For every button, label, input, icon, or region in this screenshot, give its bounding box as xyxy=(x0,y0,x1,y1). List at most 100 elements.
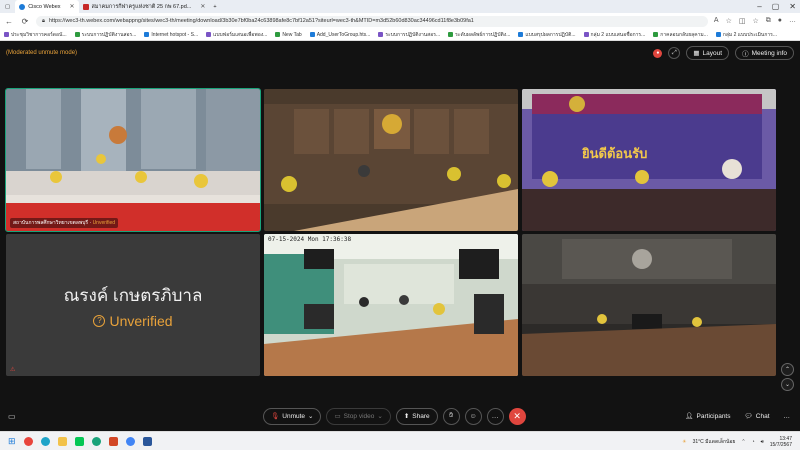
video-tile-2[interactable] xyxy=(264,89,518,231)
unverified-status: ? Unverified xyxy=(93,313,173,329)
refresh-icon[interactable]: ⟳ xyxy=(20,17,30,26)
video-tile-3[interactable]: ยินดีต้อนรับ xyxy=(522,89,776,231)
tray-overflow-icon[interactable]: ⌃ xyxy=(741,439,745,445)
url-text: https://wec3-th.webex.com/webappng/sites… xyxy=(48,18,474,24)
share-icon: ⬆ xyxy=(403,413,410,420)
line-icon[interactable] xyxy=(74,436,84,446)
bookmark-icon xyxy=(309,32,315,37)
chat-button[interactable]: 💬︎ Chat xyxy=(744,412,770,421)
grid-icon: ▦ xyxy=(693,50,700,57)
bookmark-item[interactable]: Internet hotspot - S... xyxy=(144,32,198,38)
participant-label: สถาบันการพลศึกษาวิทยาเขตลพบุรี · Unverif… xyxy=(10,218,119,228)
chat-icon: 💬︎ xyxy=(744,413,753,420)
window-menu-icon[interactable]: ▢ xyxy=(0,0,15,13)
bookmark-icon xyxy=(715,32,721,37)
lock-icon: 🔒︎ xyxy=(42,17,45,24)
profile-icon[interactable]: ● xyxy=(778,17,782,25)
layout-button[interactable]: ▦ Layout xyxy=(686,46,730,60)
camera-timestamp: 07-15-2024 Mon 17:36:38 xyxy=(268,236,352,243)
new-tab-button[interactable]: + xyxy=(209,0,220,13)
tab-webex[interactable]: Cisco Webex ✕ xyxy=(15,0,79,13)
file-explorer-icon[interactable] xyxy=(57,436,67,446)
bookmark-item[interactable]: กาคลอนกลับยลุคาม... xyxy=(653,31,708,39)
leave-meeting-button[interactable]: ✕ xyxy=(508,407,526,425)
clock[interactable]: 13:47 15/7/2567 xyxy=(770,436,792,448)
fullscreen-icon[interactable]: ⤢ xyxy=(668,47,681,59)
bookmark-label: ประชุมวิชาการคอร์ดอนั... xyxy=(11,31,67,38)
unmute-button[interactable]: 🎙︎ Unmute ⌄ xyxy=(263,407,322,425)
participants-button[interactable]: 👤︎ Participants xyxy=(685,412,730,421)
chrome-icon[interactable] xyxy=(23,436,33,446)
video-tile-5[interactable]: 07-15-2024 Mon 17:36:38 xyxy=(264,234,518,376)
maximize-icon[interactable]: ▢ xyxy=(772,0,780,13)
split-screen-icon[interactable]: ◫ xyxy=(739,17,746,25)
recording-icon[interactable]: ● xyxy=(653,48,663,58)
weather-text[interactable]: 31°C มีแดดเล็กน้อย xyxy=(693,438,736,446)
bookmark-item[interactable]: แบบฟอร์มเสนอเพื่อพอง... xyxy=(206,31,267,39)
bookmark-item[interactable]: แบบสรุปผลการปฏิบัติ... xyxy=(518,31,576,39)
video-tile-6[interactable] xyxy=(522,234,776,376)
webex-app-icon[interactable] xyxy=(91,436,101,446)
bookmark-item[interactable]: กลุ่ม 2 แบบประเมินการ... xyxy=(715,31,778,39)
bookmark-label: แบบฟอร์มเสนอเพื่อพอง... xyxy=(213,31,268,38)
screen: ▢ Cisco Webex ✕ สมาคมการกีฬาครูแห่งชาติ … xyxy=(0,0,800,450)
close-tab-icon[interactable]: ✕ xyxy=(70,3,75,10)
raise-hand-icon[interactable]: ✋︎ xyxy=(442,407,460,425)
bookmark-item[interactable]: ระดับผลลัพธ์การปฏิบัติง... xyxy=(448,31,510,39)
more-panels-icon[interactable]: … xyxy=(784,413,791,420)
bookmark-label: กลุ่ม 2 แบบเสนอชื่อการ... xyxy=(590,31,646,38)
meeting-info-button[interactable]: ⓘ Meeting info xyxy=(735,46,794,60)
captions-icon[interactable]: ▭ xyxy=(8,412,16,421)
bookmark-icon xyxy=(144,32,150,37)
favorites-icon[interactable]: ☆ xyxy=(752,17,758,25)
moderated-mode-label: (Moderated unmute mode) xyxy=(6,50,78,56)
powerpoint-icon[interactable] xyxy=(108,436,118,446)
video-tile-1[interactable]: สถาบันการพลศึกษาวิทยาเขตลพบุรี · Unverif… xyxy=(5,88,261,232)
start-icon[interactable]: ⊞ xyxy=(8,436,16,447)
bookmark-label: Add_UserToGroup.hts... xyxy=(316,31,371,38)
bookmark-label: กลุ่ม 2 แบบประเมินการ... xyxy=(722,31,778,38)
taskbar: ⊞ ☀ 31°C มีแดดเล็กน้อย ⌃ ◔ 🔊︎ 13:47 15/7… xyxy=(0,431,800,450)
chevron-down-icon[interactable]: ⌄ xyxy=(308,412,313,420)
bookmark-item[interactable]: ระบบการปฏิบัติงานสอร... xyxy=(378,31,440,39)
network-icon[interactable]: ◔ xyxy=(752,439,755,445)
back-icon[interactable]: ← xyxy=(4,17,14,26)
collections-icon[interactable]: ⧉ xyxy=(766,17,771,25)
webex-meeting: (Moderated unmute mode) ● ⤢ ▦ Layout ⓘ Mee… xyxy=(0,41,800,431)
tab-pdf[interactable]: สมาคมการกีฬาครูแห่งชาติ 25 กพ 67.pd... ✕ xyxy=(79,0,210,13)
edge-icon[interactable] xyxy=(40,436,50,446)
welcome-banner-text: ยินดีต้อนรับ xyxy=(582,146,648,161)
stop-video-button[interactable]: ▭ Stop video ⌄ xyxy=(326,407,391,425)
minimize-icon[interactable]: – xyxy=(757,0,761,13)
bookmark-item[interactable]: ประชุมวิชาการคอร์ดอนั... xyxy=(4,31,67,39)
video-feed xyxy=(522,89,776,231)
bookmark-item[interactable]: New Tab xyxy=(275,31,302,38)
bookmark-item[interactable]: Add_UserToGroup.hts... xyxy=(309,31,371,38)
read-aloud-icon[interactable]: A xyxy=(714,17,719,25)
close-tab-icon[interactable]: ✕ xyxy=(200,3,205,10)
word-icon[interactable] xyxy=(142,436,152,446)
scroll-up-icon[interactable]: ⌃ xyxy=(781,363,794,376)
chevron-down-icon[interactable]: ⌄ xyxy=(377,412,382,420)
url-field[interactable]: 🔒︎ https://wec3-th.webex.com/webappng/si… xyxy=(36,15,708,27)
participant-name: ณรงค์ เกษตรภิบาล xyxy=(63,285,203,305)
bookmark-icon xyxy=(378,32,384,37)
video-feed xyxy=(522,234,776,376)
more-options-icon[interactable]: … xyxy=(486,407,504,425)
tab-label: Cisco Webex xyxy=(28,3,61,10)
person-icon: 👤︎ xyxy=(685,413,694,420)
reactions-icon[interactable]: ☺ xyxy=(464,407,482,425)
video-tile-4[interactable]: ณรงค์ เกษตรภิบาล ? Unverified ⚠ xyxy=(6,234,260,376)
volume-icon[interactable]: 🔊︎ xyxy=(761,439,764,445)
scroll-down-icon[interactable]: ⌄ xyxy=(781,378,794,391)
bookmark-item[interactable]: ระบบการปฏิบัติงานสอร... xyxy=(74,31,136,39)
close-window-icon[interactable]: ✕ xyxy=(789,0,796,13)
chrome-window-icon[interactable] xyxy=(125,436,135,446)
share-button[interactable]: ⬆ Share xyxy=(395,407,438,425)
bookmark-item[interactable]: กลุ่ม 2 แบบเสนอชื่อการ... xyxy=(583,31,646,39)
camera-icon: ▭ xyxy=(334,413,341,420)
more-menu-icon[interactable]: … xyxy=(789,17,796,25)
bookmark-label: New Tab xyxy=(282,31,302,38)
favorite-star-icon[interactable]: ☆ xyxy=(726,17,732,25)
address-bar-row: ← ⟳ 🔒︎ https://wec3-th.webex.com/webappn… xyxy=(0,13,800,29)
